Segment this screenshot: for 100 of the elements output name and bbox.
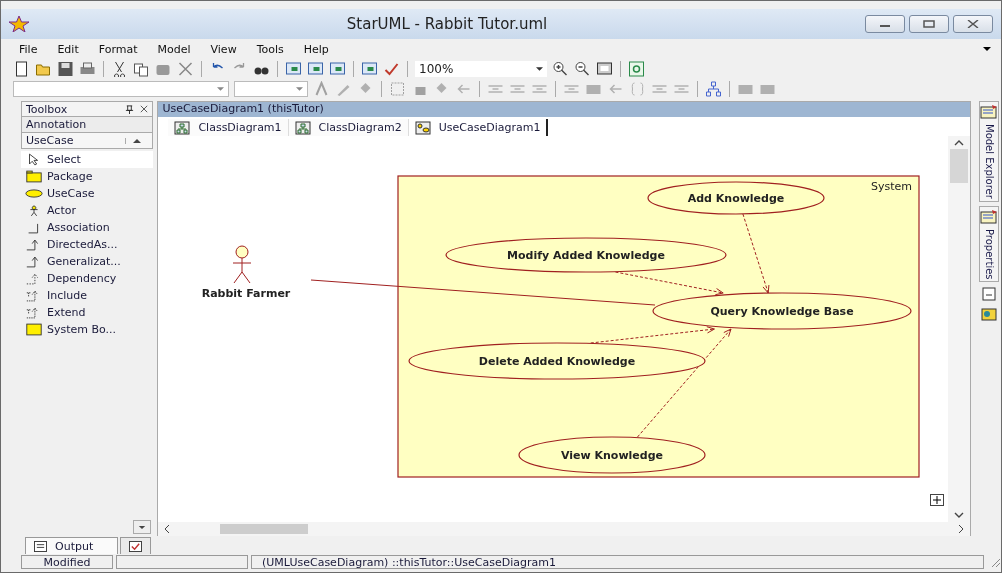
printer-icon[interactable] <box>79 61 96 77</box>
ellipse-icon <box>25 187 43 200</box>
use-case-ellipse[interactable] <box>408 342 706 380</box>
actor-figure[interactable] <box>232 245 252 284</box>
rectangle-icon <box>25 323 43 336</box>
close-icon[interactable] <box>140 105 149 113</box>
panel-title: Toolbox <box>26 102 69 116</box>
checklist-icon <box>129 540 143 552</box>
caret-icon <box>138 524 147 530</box>
diagram-icon[interactable] <box>285 61 302 77</box>
caret-icon <box>536 67 543 71</box>
use-case-label: View Knowledge <box>561 449 664 462</box>
menu-item[interactable]: Tools <box>248 42 292 56</box>
diagram-tab[interactable]: ClassDiagram2 <box>288 119 409 136</box>
toolbox-item[interactable]: Select <box>21 151 154 168</box>
use-case-label: Add Knowledge <box>688 192 785 205</box>
use-case-ellipse[interactable] <box>445 237 727 273</box>
menu-item[interactable]: View <box>202 42 245 56</box>
panel-icon <box>980 208 999 225</box>
scrollbar-thumb[interactable] <box>950 149 969 183</box>
maximize-button[interactable] <box>909 15 949 33</box>
scroll-down-button[interactable] <box>133 520 152 534</box>
use-case-diagram-icon <box>414 120 431 135</box>
toolbox-item[interactable]: DirectedAs... <box>21 236 154 253</box>
diagram-icon[interactable] <box>329 61 346 77</box>
close-icon <box>967 20 979 28</box>
menu-item[interactable]: Model <box>149 42 199 56</box>
use-case-label: Query Knowledge Base <box>710 305 855 318</box>
folder-icon[interactable] <box>35 61 52 77</box>
status-cell: (UMLUseCaseDiagram) ::thisTutor::UseCaseDiagram1 <box>251 555 984 569</box>
toolbox-item[interactable]: Include <box>21 287 154 304</box>
output-tab[interactable] <box>120 537 152 554</box>
vertical-scrollbar[interactable] <box>948 136 971 522</box>
toolbox-item[interactable]: Generalizat... <box>21 253 154 270</box>
overflow-icon[interactable] <box>983 47 991 51</box>
use-case-ellipse[interactable] <box>518 436 706 474</box>
side-panel-tab[interactable]: Properties <box>979 205 1000 283</box>
maximize-icon <box>923 20 935 28</box>
scissors-icon[interactable] <box>111 61 128 77</box>
resize-grip-icon[interactable] <box>989 556 1001 568</box>
new-file-icon[interactable] <box>13 61 30 77</box>
pan-icon[interactable] <box>930 494 945 506</box>
horizontal-scrollbar[interactable] <box>158 522 971 536</box>
menu-item[interactable]: Format <box>90 42 146 56</box>
zoom-in-icon[interactable] <box>552 61 569 77</box>
star-logo-icon <box>9 16 29 32</box>
document-title: UseCaseDiagram1 (thisTutor) <box>158 102 971 117</box>
minimize-button[interactable] <box>865 15 905 33</box>
diagram-icon[interactable] <box>307 61 324 77</box>
delete-icon[interactable] <box>177 61 194 77</box>
association-line[interactable] <box>310 279 656 306</box>
class-diagram-icon <box>294 120 311 135</box>
diagram-tab[interactable]: ClassDiagram1 <box>168 119 289 136</box>
scroll-up-icon[interactable] <box>954 140 965 146</box>
dependency-arrow[interactable] <box>615 271 725 296</box>
use-case-label: Delete Added Knowledge <box>479 355 636 368</box>
toolbox-item[interactable]: System Bo... <box>21 321 154 338</box>
actor-label: Rabbit Farmer <box>202 287 291 300</box>
toolbox-group[interactable]: UseCase <box>21 133 154 149</box>
tree-icon[interactable] <box>705 81 722 97</box>
menu-item[interactable]: Help <box>295 42 337 56</box>
use-case-label: Modify Added Knowledge <box>507 249 666 262</box>
toolbox-item[interactable]: Association <box>21 219 154 236</box>
use-case-ellipse[interactable] <box>647 181 825 215</box>
dependency-arrow[interactable] <box>590 326 716 344</box>
side-panel-tab[interactable]: Model Explorer <box>979 101 1000 202</box>
toolbox-item[interactable]: UseCase <box>21 185 154 202</box>
output-icon <box>34 540 47 552</box>
caret-icon <box>217 87 224 91</box>
scroll-left-icon[interactable] <box>164 524 171 534</box>
scroll-down-icon[interactable] <box>954 512 965 518</box>
toolbox-item[interactable]: Extend <box>21 304 154 321</box>
scroll-right-icon[interactable] <box>958 524 965 534</box>
zoom-out-icon[interactable] <box>574 61 591 77</box>
close-button[interactable] <box>953 15 993 33</box>
use-case-ellipse[interactable] <box>652 292 912 330</box>
menu-item[interactable]: Edit <box>49 42 87 56</box>
window-title: StarUML - Rabbit Tutor.uml <box>345 15 549 33</box>
refresh-icon[interactable] <box>628 61 645 77</box>
zoom-fit-icon[interactable] <box>596 61 613 77</box>
save-icon[interactable] <box>57 61 74 77</box>
dependency-arrow[interactable] <box>742 213 770 294</box>
menu-item[interactable]: File <box>11 42 46 56</box>
checkmark-icon[interactable] <box>383 61 400 77</box>
package-icon <box>25 170 43 183</box>
toolbox-group[interactable]: Annotation <box>21 117 154 133</box>
panel-icon <box>980 104 999 120</box>
toolbox-item[interactable]: Dependency <box>21 270 154 287</box>
toolbox-item[interactable]: Actor <box>21 202 154 219</box>
system-label: System <box>871 180 913 193</box>
status-cell: Modified <box>21 555 113 569</box>
zoom-dropdown[interactable]: 100% <box>415 61 547 77</box>
scrollbar-thumb[interactable] <box>220 524 309 534</box>
copy-icon[interactable] <box>133 61 150 77</box>
pin-icon[interactable] <box>125 104 135 114</box>
toolbox-item[interactable]: Package <box>21 168 154 185</box>
font-color-icon[interactable] <box>313 81 330 97</box>
caret-icon <box>296 87 303 91</box>
diagram-icon[interactable] <box>361 61 378 77</box>
output-tab[interactable]: Output <box>25 537 119 554</box>
